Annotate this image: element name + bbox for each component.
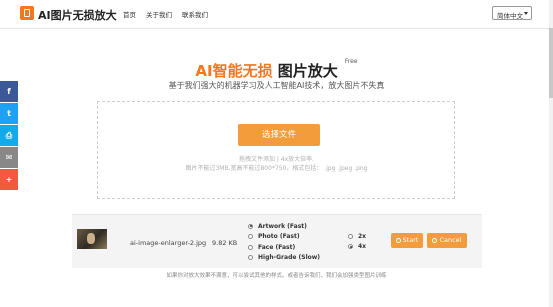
email-icon[interactable]: ✉ bbox=[0, 147, 18, 168]
option-high-grade[interactable]: High-Grade (Slow) bbox=[248, 253, 320, 263]
file-name: ai-image-enlarger-2.jpg bbox=[130, 239, 207, 247]
title-main: 图片放大 bbox=[277, 62, 338, 80]
nav-home-link[interactable]: 首页 bbox=[123, 9, 136, 19]
title-highlight: AI智能无损 bbox=[195, 62, 273, 80]
choose-file-button[interactable]: 选择文件 bbox=[238, 124, 320, 146]
free-badge: Free bbox=[344, 58, 358, 65]
social-share-bar: f t ⎙ ✉ + bbox=[0, 81, 18, 191]
option-4x[interactable]: 4x bbox=[348, 242, 366, 252]
radio-icon[interactable] bbox=[248, 244, 253, 250]
radio-icon[interactable] bbox=[248, 255, 253, 260]
cancel-button[interactable]: Cancel bbox=[427, 233, 467, 248]
option-photo[interactable]: Photo (Fast) bbox=[248, 232, 320, 242]
radio-icon[interactable] bbox=[348, 233, 353, 239]
logo-icon bbox=[20, 6, 34, 20]
feedback-note: 如果你对放大效果不满意，可以尝试其他的样式。或者告诉我们，我们会加强类型图片训练 bbox=[166, 273, 387, 279]
image-type-options: Artwork (Fast) Photo (Fast) Face (Fast) … bbox=[248, 221, 320, 263]
option-face[interactable]: Face (Fast) bbox=[248, 242, 320, 252]
file-thumbnail bbox=[77, 229, 107, 249]
radio-icon[interactable] bbox=[248, 234, 253, 239]
scrollbar-thumb[interactable] bbox=[549, 28, 553, 98]
option-label: Face (Fast) bbox=[258, 243, 296, 251]
twitter-icon[interactable]: t bbox=[0, 103, 18, 124]
option-label: 4x bbox=[358, 243, 367, 250]
facebook-icon[interactable]: f bbox=[0, 81, 18, 102]
top-navigation-bar: AI图片无损放大 首页 关于我们 联系我们 简体中文 bbox=[0, 0, 553, 29]
print-icon[interactable]: ⎙ bbox=[0, 125, 18, 146]
option-label: 2x bbox=[358, 232, 367, 240]
file-size: 9.82 KB bbox=[212, 239, 238, 247]
radio-icon[interactable] bbox=[348, 244, 353, 249]
upload-dropzone[interactable] bbox=[97, 101, 455, 199]
nav-about-link[interactable]: 关于我们 bbox=[146, 9, 172, 19]
upload-hint: 拖拽文件添加 | 4x放大倍率. bbox=[238, 156, 315, 163]
option-label: High-Grade (Slow) bbox=[258, 254, 321, 261]
start-button[interactable]: Start bbox=[391, 233, 423, 248]
page-subtitle: 基于我们强大的机器学习及人工智能AI技术，放大图片不失真 bbox=[168, 81, 385, 90]
site-logo-text[interactable]: AI图片无损放大 bbox=[38, 7, 117, 23]
page-title: AI智能无损 图片放大 Free bbox=[0, 58, 553, 81]
language-select[interactable]: 简体中文 bbox=[492, 6, 532, 20]
cancel-icon bbox=[432, 238, 438, 243]
main-nav: 首页 关于我们 联系我们 bbox=[123, 9, 208, 19]
cancel-label: Cancel bbox=[439, 236, 462, 244]
more-icon[interactable]: + bbox=[0, 169, 18, 190]
start-label: Start bbox=[402, 236, 419, 244]
play-icon bbox=[395, 238, 401, 243]
language-selected-value: 简体中文 bbox=[497, 12, 523, 20]
nav-contact-link[interactable]: 联系我们 bbox=[182, 9, 208, 19]
chevron-down-icon bbox=[524, 12, 528, 15]
radio-icon[interactable] bbox=[248, 223, 253, 229]
scale-options: 2x 4x bbox=[348, 231, 366, 252]
option-label: Photo (Fast) bbox=[258, 233, 300, 240]
option-label: Artwork (Fast) bbox=[258, 222, 307, 230]
option-artwork[interactable]: Artwork (Fast) bbox=[248, 221, 320, 231]
upload-constraints: 图片不能过3MB,宽高不能过800*750，格式包括： .jpg .jpeg .… bbox=[185, 165, 368, 172]
option-2x[interactable]: 2x bbox=[348, 231, 366, 241]
